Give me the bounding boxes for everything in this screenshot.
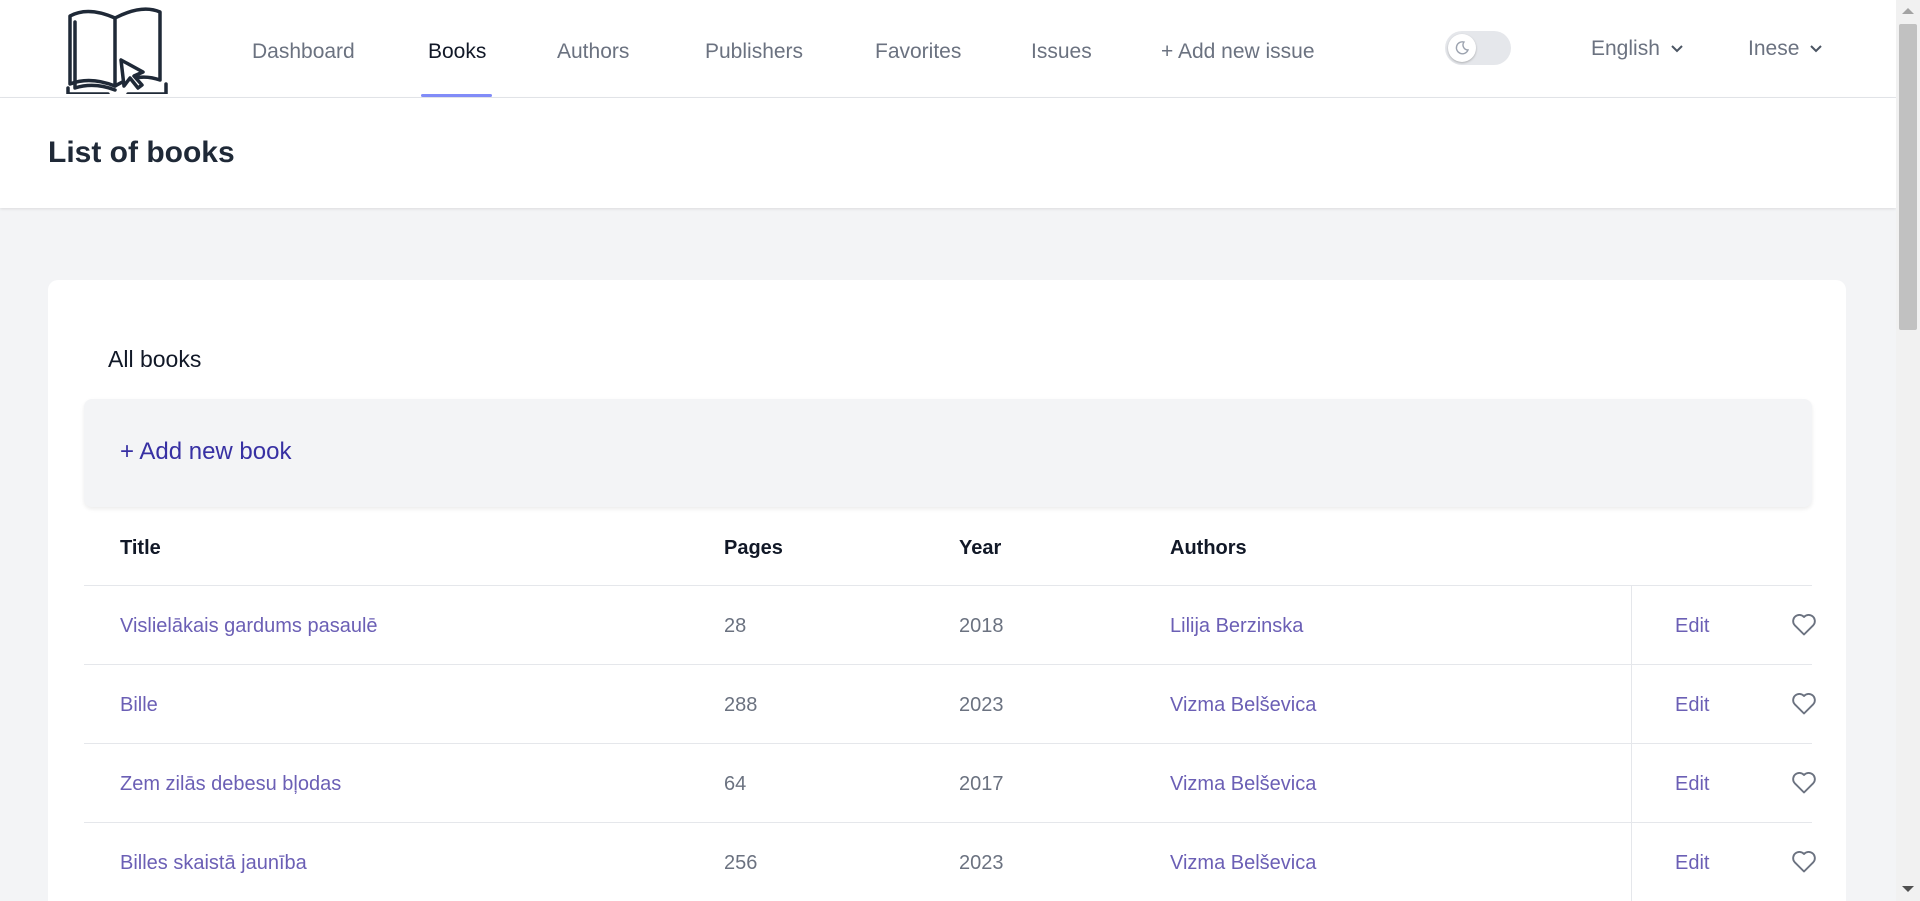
column-divider xyxy=(1631,586,1632,665)
language-dropdown[interactable]: English xyxy=(1591,0,1684,98)
table-row: Zem zilās debesu bļodas 64 2017 Vizma Be… xyxy=(84,743,1816,824)
book-pages: 28 xyxy=(724,615,747,637)
dark-mode-toggle[interactable] xyxy=(1445,31,1511,65)
column-divider xyxy=(1631,665,1632,744)
toggle-knob xyxy=(1448,34,1476,62)
book-year: 2023 xyxy=(959,694,1004,716)
book-title-link[interactable]: Zem zilās debesu bļodas xyxy=(120,744,341,824)
book-year: 2017 xyxy=(959,773,1004,795)
heart-icon[interactable] xyxy=(1790,768,1818,796)
nav-favorites[interactable]: Favorites xyxy=(875,0,961,98)
edit-book-link[interactable]: Edit xyxy=(1675,823,1709,901)
column-header-title: Title xyxy=(120,537,161,559)
scrollbar-thumb[interactable] xyxy=(1899,24,1917,330)
heart-icon[interactable] xyxy=(1790,610,1818,638)
add-new-book-link[interactable]: + Add new book xyxy=(120,438,291,466)
book-title-link[interactable]: Bille xyxy=(120,665,158,745)
page-title: List of books xyxy=(48,136,235,169)
nav-authors[interactable]: Authors xyxy=(557,0,629,98)
chevron-down-icon xyxy=(1671,45,1683,53)
active-tab-indicator xyxy=(421,94,492,97)
table-row: Vislielākais gardums pasaulē 28 2018 Lil… xyxy=(84,585,1816,666)
nav-add-new-issue[interactable]: + Add new issue xyxy=(1161,0,1315,98)
nav-publishers[interactable]: Publishers xyxy=(705,0,803,98)
books-card: All books + Add new book Title Pages Yea… xyxy=(48,280,1846,901)
language-label: English xyxy=(1591,37,1660,60)
heart-icon[interactable] xyxy=(1790,847,1818,875)
moon-icon xyxy=(1455,41,1470,55)
scroll-up-arrow-icon[interactable] xyxy=(1902,8,1914,14)
top-navbar: Dashboard Books Authors Publishers Favor… xyxy=(0,0,1896,98)
chevron-down-icon xyxy=(1810,45,1823,53)
book-year: 2023 xyxy=(959,852,1004,874)
column-divider xyxy=(1631,744,1632,823)
page-header: List of books xyxy=(0,98,1896,208)
book-logo-icon[interactable] xyxy=(66,4,168,94)
book-title-link[interactable]: Vislielākais gardums pasaulē xyxy=(120,586,378,666)
vertical-scrollbar[interactable] xyxy=(1896,0,1920,901)
add-book-panel: + Add new book xyxy=(84,399,1812,507)
column-header-year: Year xyxy=(959,537,1002,559)
column-header-authors: Authors xyxy=(1170,537,1247,559)
book-pages: 64 xyxy=(724,773,747,795)
user-dropdown[interactable]: Inese xyxy=(1748,0,1823,98)
nav-issues[interactable]: Issues xyxy=(1031,0,1092,98)
book-pages: 288 xyxy=(724,694,758,716)
book-author-link[interactable]: Vizma Belševica xyxy=(1170,744,1316,824)
nav-dashboard[interactable]: Dashboard xyxy=(252,0,355,98)
edit-book-link[interactable]: Edit xyxy=(1675,665,1709,745)
column-header-pages: Pages xyxy=(724,537,783,559)
scroll-down-arrow-icon[interactable] xyxy=(1902,886,1914,892)
heart-icon[interactable] xyxy=(1790,689,1818,717)
book-pages: 256 xyxy=(724,852,758,874)
nav-books[interactable]: Books xyxy=(428,0,486,98)
table-row: Billes skaistā jaunība 256 2023 Vizma Be… xyxy=(84,822,1816,901)
card-title: All books xyxy=(108,346,202,372)
book-author-link[interactable]: Vizma Belševica xyxy=(1170,665,1316,745)
book-year: 2018 xyxy=(959,615,1004,637)
book-title-link[interactable]: Billes skaistā jaunība xyxy=(120,823,307,901)
book-author-link[interactable]: Lilija Berzinska xyxy=(1170,586,1303,666)
book-author-link[interactable]: Vizma Belševica xyxy=(1170,823,1316,901)
user-name: Inese xyxy=(1748,37,1800,60)
edit-book-link[interactable]: Edit xyxy=(1675,586,1709,666)
table-row: Bille 288 2023 Vizma Belševica Edit xyxy=(84,664,1816,745)
edit-book-link[interactable]: Edit xyxy=(1675,744,1709,824)
column-divider xyxy=(1631,823,1632,901)
